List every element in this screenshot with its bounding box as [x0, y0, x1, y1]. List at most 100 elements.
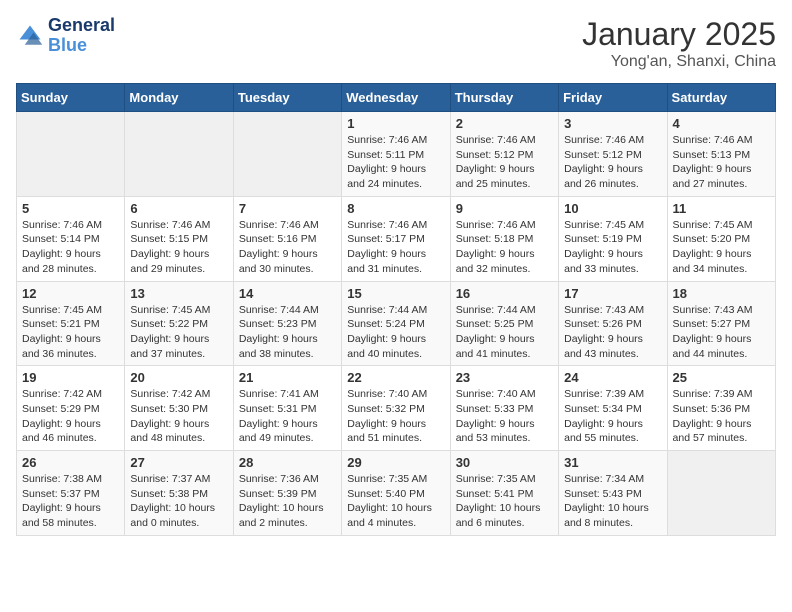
- day-info: Sunrise: 7:46 AM Sunset: 5:18 PM Dayligh…: [456, 218, 553, 277]
- calendar-cell: 19Sunrise: 7:42 AM Sunset: 5:29 PM Dayli…: [17, 366, 125, 451]
- day-info: Sunrise: 7:46 AM Sunset: 5:12 PM Dayligh…: [564, 133, 661, 192]
- calendar-week-1: 1 Sunrise: 7:46 AM Sunset: 5:11 PM Daylig…: [17, 112, 776, 197]
- day-info: Sunrise: 7:36 AM Sunset: 5:39 PM Dayligh…: [239, 472, 336, 531]
- day-number: 19: [22, 370, 119, 385]
- day-info: Sunrise: 7:37 AM Sunset: 5:38 PM Dayligh…: [130, 472, 227, 531]
- day-number: 6: [130, 201, 227, 216]
- calendar-cell: [233, 112, 341, 197]
- calendar-table: SundayMondayTuesdayWednesdayThursdayFrid…: [16, 83, 776, 536]
- day-info: Sunrise: 7:46 AM Sunset: 5:14 PM Dayligh…: [22, 218, 119, 277]
- day-number: 11: [673, 201, 770, 216]
- logo-text: General Blue: [48, 16, 115, 56]
- day-number: 13: [130, 286, 227, 301]
- calendar-cell: 4Sunrise: 7:46 AM Sunset: 5:13 PM Daylig…: [667, 112, 775, 197]
- calendar-week-5: 26 Sunrise: 7:38 AM Sunset: 5:37 PM Dayli…: [17, 451, 776, 536]
- calendar-cell: 5 Sunrise: 7:46 AM Sunset: 5:14 PM Daylig…: [17, 196, 125, 281]
- day-number: 22: [347, 370, 444, 385]
- day-number: 29: [347, 455, 444, 470]
- calendar-cell: 9 Sunrise: 7:46 AM Sunset: 5:18 PM Daylig…: [450, 196, 558, 281]
- calendar-cell: 18Sunrise: 7:43 AM Sunset: 5:27 PM Dayli…: [667, 281, 775, 366]
- day-info: Sunrise: 7:39 AM Sunset: 5:34 PM Dayligh…: [564, 387, 661, 446]
- weekday-header-tuesday: Tuesday: [233, 84, 341, 112]
- page-header: General Blue January 2025 Yong'an, Shanx…: [16, 16, 776, 71]
- calendar-cell: 20 Sunrise: 7:42 AM Sunset: 5:30 PM Dayli…: [125, 366, 233, 451]
- calendar-week-2: 5 Sunrise: 7:46 AM Sunset: 5:14 PM Daylig…: [17, 196, 776, 281]
- calendar-cell: 6 Sunrise: 7:46 AM Sunset: 5:15 PM Daylig…: [125, 196, 233, 281]
- calendar-cell: 17Sunrise: 7:43 AM Sunset: 5:26 PM Dayli…: [559, 281, 667, 366]
- day-number: 9: [456, 201, 553, 216]
- weekday-header-friday: Friday: [559, 84, 667, 112]
- day-number: 8: [347, 201, 444, 216]
- day-info: Sunrise: 7:45 AM Sunset: 5:22 PM Dayligh…: [130, 303, 227, 362]
- day-info: Sunrise: 7:46 AM Sunset: 5:11 PM Dayligh…: [347, 133, 444, 192]
- day-number: 7: [239, 201, 336, 216]
- day-info: Sunrise: 7:45 AM Sunset: 5:21 PM Dayligh…: [22, 303, 119, 362]
- day-info: Sunrise: 7:44 AM Sunset: 5:25 PM Dayligh…: [456, 303, 553, 362]
- day-number: 30: [456, 455, 553, 470]
- day-number: 16: [456, 286, 553, 301]
- calendar-cell: 26 Sunrise: 7:38 AM Sunset: 5:37 PM Dayli…: [17, 451, 125, 536]
- day-info: Sunrise: 7:43 AM Sunset: 5:27 PM Dayligh…: [673, 303, 770, 362]
- calendar-subtitle: Yong'an, Shanxi, China: [582, 53, 776, 71]
- day-info: Sunrise: 7:46 AM Sunset: 5:17 PM Dayligh…: [347, 218, 444, 277]
- day-info: Sunrise: 7:40 AM Sunset: 5:33 PM Dayligh…: [456, 387, 553, 446]
- title-block: January 2025 Yong'an, Shanxi, China: [582, 16, 776, 71]
- calendar-cell: [17, 112, 125, 197]
- calendar-cell: 1 Sunrise: 7:46 AM Sunset: 5:11 PM Daylig…: [342, 112, 450, 197]
- day-info: Sunrise: 7:40 AM Sunset: 5:32 PM Dayligh…: [347, 387, 444, 446]
- day-info: Sunrise: 7:35 AM Sunset: 5:41 PM Dayligh…: [456, 472, 553, 531]
- day-info: Sunrise: 7:35 AM Sunset: 5:40 PM Dayligh…: [347, 472, 444, 531]
- day-number: 14: [239, 286, 336, 301]
- calendar-cell: 25 Sunrise: 7:39 AM Sunset: 5:36 PM Dayli…: [667, 366, 775, 451]
- day-number: 26: [22, 455, 119, 470]
- day-number: 5: [22, 201, 119, 216]
- day-number: 17: [564, 286, 661, 301]
- calendar-cell: [125, 112, 233, 197]
- day-number: 15: [347, 286, 444, 301]
- calendar-header-row: SundayMondayTuesdayWednesdayThursdayFrid…: [17, 84, 776, 112]
- weekday-header-saturday: Saturday: [667, 84, 775, 112]
- day-info: Sunrise: 7:39 AM Sunset: 5:36 PM Dayligh…: [673, 387, 770, 446]
- day-info: Sunrise: 7:46 AM Sunset: 5:16 PM Dayligh…: [239, 218, 336, 277]
- calendar-cell: 31 Sunrise: 7:34 AM Sunset: 5:43 PM Dayli…: [559, 451, 667, 536]
- calendar-cell: 23 Sunrise: 7:40 AM Sunset: 5:33 PM Dayli…: [450, 366, 558, 451]
- calendar-cell: 28Sunrise: 7:36 AM Sunset: 5:39 PM Dayli…: [233, 451, 341, 536]
- calendar-cell: 3 Sunrise: 7:46 AM Sunset: 5:12 PM Daylig…: [559, 112, 667, 197]
- calendar-cell: 21Sunrise: 7:41 AM Sunset: 5:31 PM Dayli…: [233, 366, 341, 451]
- weekday-header-wednesday: Wednesday: [342, 84, 450, 112]
- day-number: 3: [564, 116, 661, 131]
- day-info: Sunrise: 7:34 AM Sunset: 5:43 PM Dayligh…: [564, 472, 661, 531]
- day-info: Sunrise: 7:46 AM Sunset: 5:12 PM Dayligh…: [456, 133, 553, 192]
- day-info: Sunrise: 7:45 AM Sunset: 5:20 PM Dayligh…: [673, 218, 770, 277]
- calendar-cell: 11 Sunrise: 7:45 AM Sunset: 5:20 PM Dayli…: [667, 196, 775, 281]
- calendar-cell: 27Sunrise: 7:37 AM Sunset: 5:38 PM Dayli…: [125, 451, 233, 536]
- day-number: 31: [564, 455, 661, 470]
- calendar-cell: 7 Sunrise: 7:46 AM Sunset: 5:16 PM Daylig…: [233, 196, 341, 281]
- calendar-cell: 22 Sunrise: 7:40 AM Sunset: 5:32 PM Dayli…: [342, 366, 450, 451]
- day-info: Sunrise: 7:38 AM Sunset: 5:37 PM Dayligh…: [22, 472, 119, 531]
- day-info: Sunrise: 7:46 AM Sunset: 5:15 PM Dayligh…: [130, 218, 227, 277]
- day-number: 10: [564, 201, 661, 216]
- logo: General Blue: [16, 16, 115, 56]
- calendar-cell: 30 Sunrise: 7:35 AM Sunset: 5:41 PM Dayli…: [450, 451, 558, 536]
- day-number: 25: [673, 370, 770, 385]
- day-number: 23: [456, 370, 553, 385]
- day-info: Sunrise: 7:45 AM Sunset: 5:19 PM Dayligh…: [564, 218, 661, 277]
- calendar-cell: 12Sunrise: 7:45 AM Sunset: 5:21 PM Dayli…: [17, 281, 125, 366]
- logo-icon: [16, 22, 44, 50]
- calendar-cell: 14 Sunrise: 7:44 AM Sunset: 5:23 PM Dayli…: [233, 281, 341, 366]
- calendar-title: January 2025: [582, 16, 776, 53]
- day-info: Sunrise: 7:44 AM Sunset: 5:23 PM Dayligh…: [239, 303, 336, 362]
- day-number: 20: [130, 370, 227, 385]
- day-info: Sunrise: 7:41 AM Sunset: 5:31 PM Dayligh…: [239, 387, 336, 446]
- calendar-cell: 13 Sunrise: 7:45 AM Sunset: 5:22 PM Dayli…: [125, 281, 233, 366]
- day-info: Sunrise: 7:44 AM Sunset: 5:24 PM Dayligh…: [347, 303, 444, 362]
- calendar-week-4: 19Sunrise: 7:42 AM Sunset: 5:29 PM Dayli…: [17, 366, 776, 451]
- day-number: 4: [673, 116, 770, 131]
- weekday-header-monday: Monday: [125, 84, 233, 112]
- day-number: 2: [456, 116, 553, 131]
- day-info: Sunrise: 7:42 AM Sunset: 5:30 PM Dayligh…: [130, 387, 227, 446]
- day-number: 24: [564, 370, 661, 385]
- day-number: 1: [347, 116, 444, 131]
- calendar-cell: 16 Sunrise: 7:44 AM Sunset: 5:25 PM Dayli…: [450, 281, 558, 366]
